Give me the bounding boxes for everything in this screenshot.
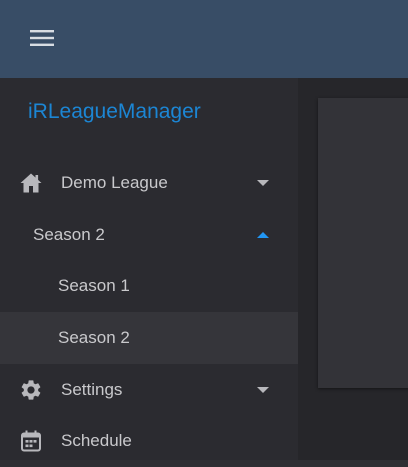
calendar-icon	[21, 430, 41, 452]
app-bar	[0, 0, 408, 78]
nav-item-settings[interactable]: Settings	[0, 364, 298, 416]
main-content	[298, 78, 408, 460]
app-brand-title[interactable]: iRLeagueManager	[28, 98, 201, 126]
nav-item-season-1[interactable]: Season 1	[0, 260, 298, 312]
menu-button[interactable]	[22, 20, 62, 56]
chevron-down-icon[interactable]	[255, 384, 271, 396]
nav-item-label: Season 1	[58, 276, 130, 295]
content-card	[318, 98, 408, 388]
nav-item-schedule[interactable]: Schedule	[0, 415, 298, 467]
nav-group-season-2[interactable]: Season 2	[0, 209, 298, 261]
navigation-drawer: iRLeagueManager Demo League Season 2 Sea…	[0, 78, 298, 460]
hamburger-icon	[30, 30, 54, 46]
nav-item-season-2[interactable]: Season 2	[0, 312, 298, 364]
chevron-up-icon[interactable]	[255, 229, 271, 241]
chevron-down-icon[interactable]	[255, 177, 271, 189]
nav-item-label: Schedule	[61, 431, 132, 450]
nav-item-label: Season 2	[58, 328, 130, 347]
gear-icon	[21, 380, 41, 400]
nav-item-demo-league[interactable]: Demo League	[0, 157, 298, 209]
nav-item-label: Demo League	[61, 173, 168, 192]
home-icon	[20, 173, 42, 193]
nav-item-label: Settings	[61, 380, 123, 399]
nav-group-label: Season 2	[33, 225, 105, 244]
